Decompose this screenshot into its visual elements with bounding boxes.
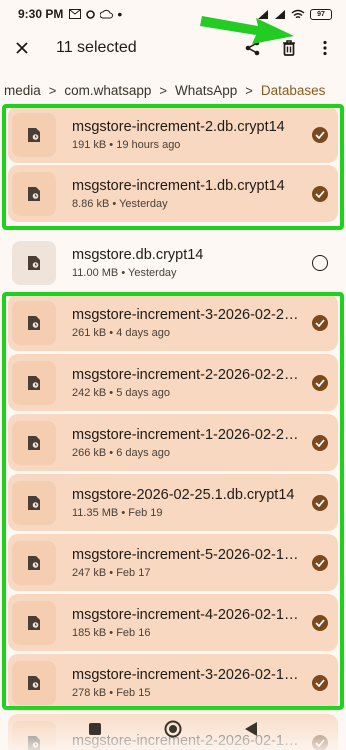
- checkmark-icon[interactable]: [312, 674, 328, 691]
- file-row[interactable]: msgstore-increment-5-2026-02-19... 247 kB…: [8, 534, 338, 591]
- mail-icon: [69, 9, 82, 19]
- file-row[interactable]: msgstore-2026-02-25.1.db.crypt14 11.35 MB…: [8, 474, 338, 531]
- checkmark-icon[interactable]: [312, 374, 328, 391]
- file-row[interactable]: msgstore-increment-1.db.crypt14 8.86 kB •…: [8, 165, 338, 222]
- cloud-icon: [100, 9, 114, 19]
- back-triangle-icon: [245, 721, 257, 736]
- file-meta: 247 kB • Feb 17: [72, 566, 151, 579]
- chevron-right-icon: >: [159, 82, 168, 98]
- file-thumbnail: [12, 600, 56, 645]
- file-meta: 8.86 kB • Yesterday: [72, 197, 168, 210]
- file-name: msgstore-increment-3-2026-02-19...: [72, 666, 304, 683]
- breadcrumb: media > com.whatsapp > WhatsApp > Databa…: [0, 76, 346, 104]
- file-icon: [28, 615, 40, 630]
- file-thumbnail: [12, 420, 56, 465]
- file-icon: [28, 675, 40, 690]
- file-meta: 11.00 MB • Yesterday: [72, 266, 177, 279]
- file-meta: 185 kB • Feb 16: [72, 626, 151, 639]
- file-meta: 11.35 MB • Feb 19: [72, 506, 163, 519]
- checkmark-icon[interactable]: [312, 494, 328, 511]
- checkmark-icon[interactable]: [312, 126, 328, 143]
- annotation-arrow: [200, 16, 294, 44]
- file-meta: 242 kB • 5 days ago: [72, 386, 171, 399]
- file-name: msgstore-increment-1-2026-02-25...: [72, 426, 304, 443]
- breadcrumb-item-databases[interactable]: Databases: [261, 83, 326, 98]
- file-thumbnail: [12, 240, 56, 285]
- file-name: msgstore-increment-4-2026-02-19...: [72, 606, 304, 623]
- file-thumbnail: [12, 112, 56, 157]
- file-name: msgstore-increment-5-2026-02-19...: [72, 546, 304, 563]
- file-thumbnail: [12, 540, 56, 585]
- checkmark-icon[interactable]: [312, 554, 328, 571]
- file-name: msgstore-increment-2-2026-02-25...: [72, 366, 304, 383]
- file-meta: 278 kB • Feb 15: [72, 686, 151, 699]
- file-icon: [28, 186, 40, 201]
- file-icon: [28, 555, 40, 570]
- file-icon: [28, 495, 40, 510]
- chevron-right-icon: >: [245, 82, 253, 98]
- battery-icon: 97: [310, 8, 332, 20]
- file-name: msgstore-2026-02-25.1.db.crypt14: [72, 486, 295, 503]
- checkmark-icon[interactable]: [312, 434, 328, 451]
- recent-apps-button[interactable]: [88, 722, 102, 741]
- breadcrumb-item-media[interactable]: media: [4, 83, 41, 98]
- checkmark-icon[interactable]: [312, 185, 328, 202]
- file-name: msgstore.db.crypt14: [72, 246, 204, 263]
- file-row[interactable]: msgstore-increment-3-2026-02-25... 261 kB…: [8, 294, 338, 351]
- unchecked-circle-icon[interactable]: [312, 254, 328, 271]
- more-dot-icon: •: [117, 6, 123, 22]
- file-meta: 266 kB • 6 days ago: [72, 446, 171, 459]
- file-name: msgstore-increment-1.db.crypt14: [72, 177, 285, 194]
- file-row[interactable]: msgstore.db.crypt14 11.00 MB • Yesterday: [8, 234, 338, 291]
- file-name: msgstore-increment-3-2026-02-25...: [72, 306, 304, 323]
- file-icon: [28, 315, 40, 330]
- file-icon: [28, 127, 40, 142]
- more-vert-icon: [323, 40, 327, 56]
- file-row[interactable]: msgstore-increment-4-2026-02-19... 185 kB…: [8, 594, 338, 651]
- file-row[interactable]: msgstore-increment-2.db.crypt14 191 kB • …: [8, 106, 338, 163]
- home-button[interactable]: [164, 720, 182, 743]
- file-row[interactable]: msgstore-increment-1-2026-02-25... 266 kB…: [8, 414, 338, 471]
- chevron-right-icon: >: [48, 82, 57, 98]
- navigation-bar: [0, 712, 346, 750]
- status-time: 9:30 PM: [18, 7, 64, 21]
- checkmark-icon[interactable]: [312, 614, 328, 631]
- file-thumbnail: [12, 360, 56, 405]
- file-meta: 261 kB • 4 days ago: [72, 326, 171, 339]
- file-meta: 191 kB • 19 hours ago: [72, 138, 181, 151]
- home-circle-icon: [164, 720, 182, 737]
- file-icon: [28, 375, 40, 390]
- square-icon: [89, 722, 101, 735]
- back-button[interactable]: [244, 721, 258, 742]
- breadcrumb-item-com-whatsapp[interactable]: com.whatsapp: [64, 83, 151, 98]
- file-thumbnail: [12, 171, 56, 216]
- gear-icon: [86, 9, 96, 19]
- file-row[interactable]: msgstore-increment-3-2026-02-19... 278 kB…: [8, 654, 338, 711]
- file-thumbnail: [12, 300, 56, 345]
- more-options-button[interactable]: [314, 37, 336, 59]
- file-icon: [28, 435, 40, 450]
- file-thumbnail: [12, 480, 56, 525]
- status-icons: •: [69, 6, 123, 22]
- close-icon[interactable]: [10, 36, 34, 60]
- file-icon: [28, 255, 40, 270]
- file-row[interactable]: msgstore-increment-2-2026-02-25... 242 kB…: [8, 354, 338, 411]
- checkmark-icon[interactable]: [312, 314, 328, 331]
- breadcrumb-item-whatsapp[interactable]: WhatsApp: [175, 83, 237, 98]
- file-thumbnail: [12, 660, 56, 705]
- page-title: 11 selected: [56, 39, 137, 56]
- file-name: msgstore-increment-2.db.crypt14: [72, 118, 285, 135]
